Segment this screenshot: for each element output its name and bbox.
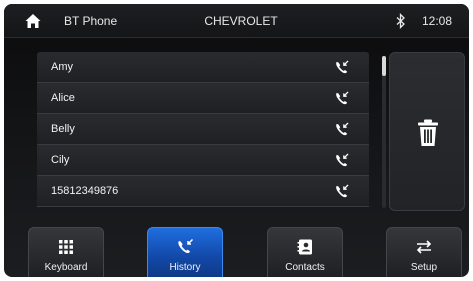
call-history-icon xyxy=(178,238,194,254)
home-icon[interactable] xyxy=(24,12,42,30)
contact-name: Amy xyxy=(51,61,73,73)
contact-name: Cily xyxy=(51,154,70,166)
nav-setup[interactable]: Setup xyxy=(386,227,462,277)
contacts-icon xyxy=(297,239,312,255)
clock: 12:08 xyxy=(422,14,453,28)
trash-icon xyxy=(418,119,438,146)
nav-history[interactable]: History xyxy=(147,227,223,277)
scroll-thumb[interactable] xyxy=(382,56,386,76)
nav-label: Contacts xyxy=(285,262,325,273)
nav-label: Keyboard xyxy=(44,262,88,273)
nav-contacts[interactable]: Contacts xyxy=(267,227,343,277)
settings-icon xyxy=(416,240,432,254)
list-item[interactable]: Amy xyxy=(37,52,369,83)
brand-title: CHEVROLET xyxy=(204,14,278,28)
list-item[interactable]: Cily xyxy=(37,145,369,176)
list-item[interactable]: Alice xyxy=(37,83,369,114)
call-history-list: Amy Alice Belly Cily 15812349876 xyxy=(37,52,369,211)
incoming-call-icon[interactable] xyxy=(334,122,349,137)
contact-name: Belly xyxy=(51,123,75,135)
incoming-call-icon[interactable] xyxy=(334,60,349,75)
list-scrollbar[interactable] xyxy=(382,56,386,208)
contact-name: Alice xyxy=(51,92,75,104)
list-item[interactable]: 15812349876 xyxy=(37,176,369,207)
header-bar: BT Phone CHEVROLET 12:08 xyxy=(4,4,469,38)
contact-name: 15812349876 xyxy=(51,185,119,197)
nav-label: History xyxy=(169,262,201,273)
app-title: BT Phone xyxy=(64,14,118,28)
delete-button[interactable] xyxy=(389,52,465,211)
nav-label: Setup xyxy=(410,262,438,273)
incoming-call-icon[interactable] xyxy=(334,184,349,199)
incoming-call-icon[interactable] xyxy=(334,91,349,106)
bt-phone-screen: BT Phone CHEVROLET 12:08 Amy Alice Belly xyxy=(4,4,469,277)
keypad-icon xyxy=(59,240,73,254)
nav-keyboard[interactable]: Keyboard xyxy=(28,227,104,277)
list-item[interactable]: Belly xyxy=(37,114,369,145)
bluetooth-icon xyxy=(396,13,405,29)
incoming-call-icon[interactable] xyxy=(334,153,349,168)
